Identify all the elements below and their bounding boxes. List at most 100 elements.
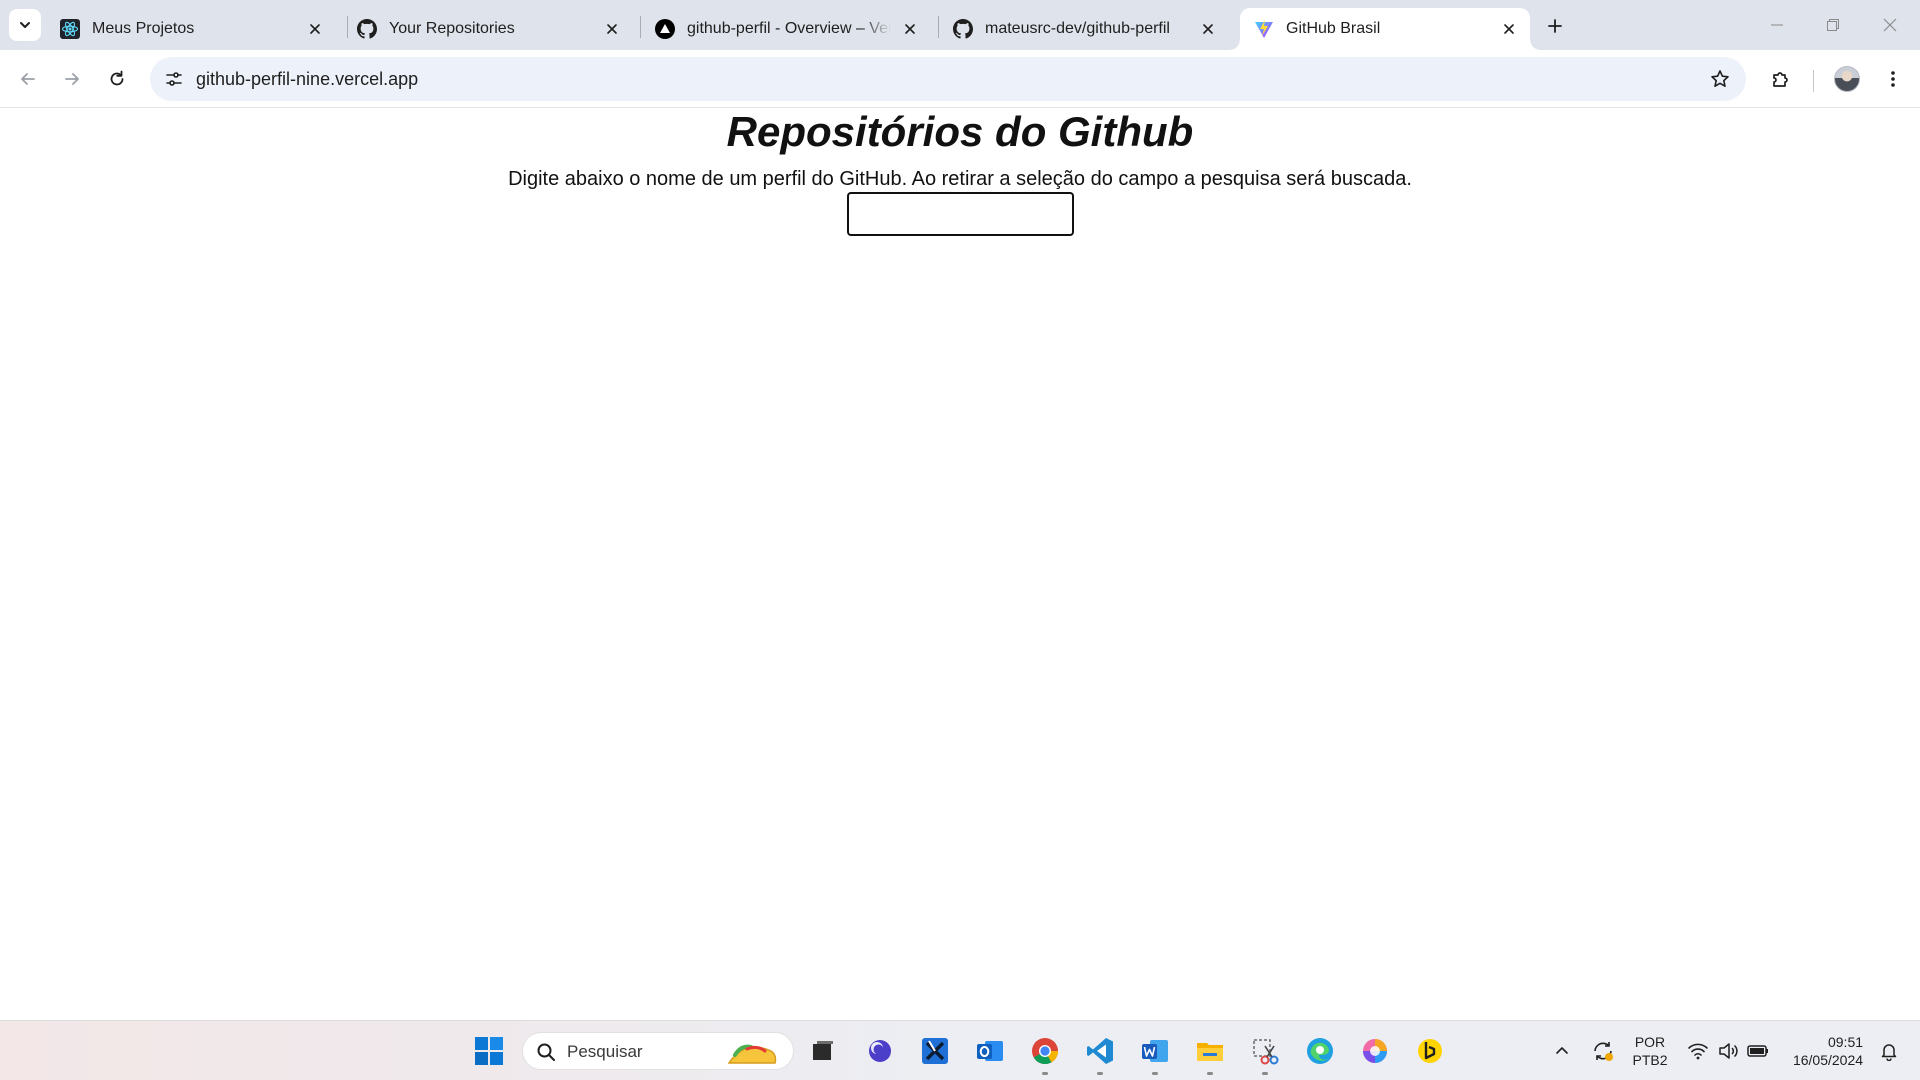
page-description: Digite abaixo o nome de um perfil do Git… <box>508 168 1412 190</box>
back-button[interactable] <box>10 61 46 97</box>
tab-github-brasil[interactable]: GitHub Brasil <box>1230 8 1540 50</box>
running-indicator <box>1042 1072 1048 1075</box>
close-window-button[interactable] <box>1862 0 1918 50</box>
edge-icon <box>1307 1038 1333 1064</box>
language-indicator[interactable]: POR PTB2 <box>1625 1021 1675 1080</box>
url-text[interactable]: github-perfil-nine.vercel.app <box>196 69 418 90</box>
capcut-button[interactable] <box>915 1031 955 1071</box>
vercel-icon <box>655 19 675 39</box>
language-code: POR <box>1634 1034 1666 1050</box>
more-vert-icon <box>1891 71 1895 87</box>
vscode-icon <box>1087 1038 1113 1064</box>
page-content: Repositórios do Github Digite abaixo o n… <box>0 109 1920 1020</box>
tab-search-button[interactable] <box>9 9 41 41</box>
notifications-button[interactable] <box>1874 1021 1904 1080</box>
github-icon <box>357 19 377 39</box>
chrome-button[interactable] <box>1025 1031 1065 1075</box>
minimize-button[interactable] <box>1749 0 1805 50</box>
chevron-down-icon <box>20 22 30 28</box>
vscode-button[interactable] <box>1080 1031 1120 1075</box>
volume-icon <box>1719 1043 1738 1059</box>
restore-button[interactable] <box>1805 0 1861 50</box>
bing-icon <box>1418 1039 1442 1063</box>
purple-app-icon <box>869 1040 891 1062</box>
address-bar[interactable]: github-perfil-nine.vercel.app <box>150 57 1746 101</box>
minimize-icon <box>1771 24 1783 26</box>
profile-search-input[interactable] <box>847 192 1074 236</box>
battery-icon <box>1747 1045 1768 1057</box>
taskbar-search[interactable]: Pesquisar <box>522 1032 794 1070</box>
tab-title: GitHub Brasil <box>1286 20 1381 37</box>
network-button[interactable] <box>1684 1021 1712 1080</box>
running-indicator <box>1097 1072 1103 1075</box>
volume-button[interactable] <box>1714 1021 1742 1080</box>
clock-time: 09:51 <box>1827 1034 1864 1050</box>
reload-button[interactable] <box>99 61 135 97</box>
bing-button[interactable] <box>1410 1031 1450 1071</box>
purple-app-button[interactable] <box>860 1031 900 1071</box>
windows-taskbar: Pesquisar POR PTB2 09:51 16/05/2024 <box>0 1020 1920 1080</box>
running-indicator <box>1207 1072 1213 1075</box>
close-icon <box>1883 18 1897 32</box>
copilot-button[interactable] <box>1355 1031 1395 1071</box>
arrow-right-icon <box>65 73 79 85</box>
vite-icon <box>1254 19 1274 39</box>
show-hidden-icons-button[interactable] <box>1548 1021 1576 1080</box>
running-indicator <box>1262 1072 1268 1075</box>
search-placeholder: Pesquisar <box>567 1042 643 1061</box>
page-title: Repositórios do Github <box>726 108 1194 155</box>
capcut-icon <box>922 1038 948 1064</box>
close-icon[interactable] <box>601 18 623 40</box>
menu-button[interactable] <box>1875 61 1911 97</box>
close-icon[interactable] <box>1197 18 1219 40</box>
sync-icon <box>1594 1042 1613 1061</box>
tab-title: Meus Projetos <box>92 20 195 37</box>
start-icon <box>475 1037 503 1065</box>
clock-date: 16/05/2024 <box>1792 1052 1864 1068</box>
tab-vercel-overview[interactable]: github-perfil - Overview – Vercel <box>641 8 931 50</box>
puzzle-icon <box>1773 72 1788 87</box>
edge-button[interactable] <box>1300 1031 1340 1071</box>
forward-button[interactable] <box>54 61 90 97</box>
restore-icon <box>1827 19 1839 31</box>
extensions-button[interactable] <box>1763 61 1799 97</box>
tab-title: Your Repositories <box>389 20 515 37</box>
outlook-icon <box>977 1041 1003 1061</box>
file-explorer-icon <box>1197 1043 1223 1061</box>
tune-icon <box>166 72 182 86</box>
chrome-icon <box>1032 1038 1059 1065</box>
close-icon[interactable] <box>304 18 326 40</box>
star-icon <box>1711 70 1729 87</box>
tab-strip: Meus Projetos Your Repositories github-p… <box>0 0 1920 50</box>
site-info-button[interactable] <box>160 65 188 93</box>
snipping-tool-icon <box>1253 1039 1279 1065</box>
github-icon <box>953 19 973 39</box>
word-icon <box>1142 1040 1168 1062</box>
close-icon[interactable] <box>1498 18 1520 40</box>
file-explorer-button[interactable] <box>1190 1031 1230 1075</box>
task-view-button[interactable] <box>803 1031 843 1071</box>
tab-github-perfil-repo[interactable]: mateusrc-dev/github-perfil <box>939 8 1229 50</box>
clock[interactable]: 09:51 16/05/2024 <box>1780 1021 1876 1080</box>
tab-your-repositories[interactable]: Your Repositories <box>343 8 633 50</box>
close-icon[interactable] <box>899 18 921 40</box>
tab-meus-projetos[interactable]: Meus Projetos <box>46 8 336 50</box>
react-icon <box>60 19 80 39</box>
start-button[interactable] <box>469 1031 509 1071</box>
snipping-tool-button[interactable] <box>1245 1031 1285 1075</box>
word-button[interactable] <box>1135 1031 1175 1075</box>
toolbar-divider <box>1813 70 1814 92</box>
tab-title: github-perfil - Overview – Vercel <box>687 20 891 37</box>
wifi-icon <box>1688 1043 1708 1060</box>
bookmark-button[interactable] <box>1706 65 1734 93</box>
battery-button[interactable] <box>1744 1021 1772 1080</box>
keyboard-layout: PTB2 <box>1632 1052 1668 1068</box>
profile-button[interactable] <box>1829 61 1865 97</box>
running-indicator <box>1152 1072 1158 1075</box>
task-view-icon <box>813 1041 833 1060</box>
sync-status-button[interactable] <box>1588 1021 1618 1080</box>
bell-icon <box>1881 1044 1897 1061</box>
plus-icon <box>1548 19 1562 33</box>
new-tab-button[interactable] <box>1540 11 1570 41</box>
outlook-button[interactable] <box>970 1031 1010 1071</box>
